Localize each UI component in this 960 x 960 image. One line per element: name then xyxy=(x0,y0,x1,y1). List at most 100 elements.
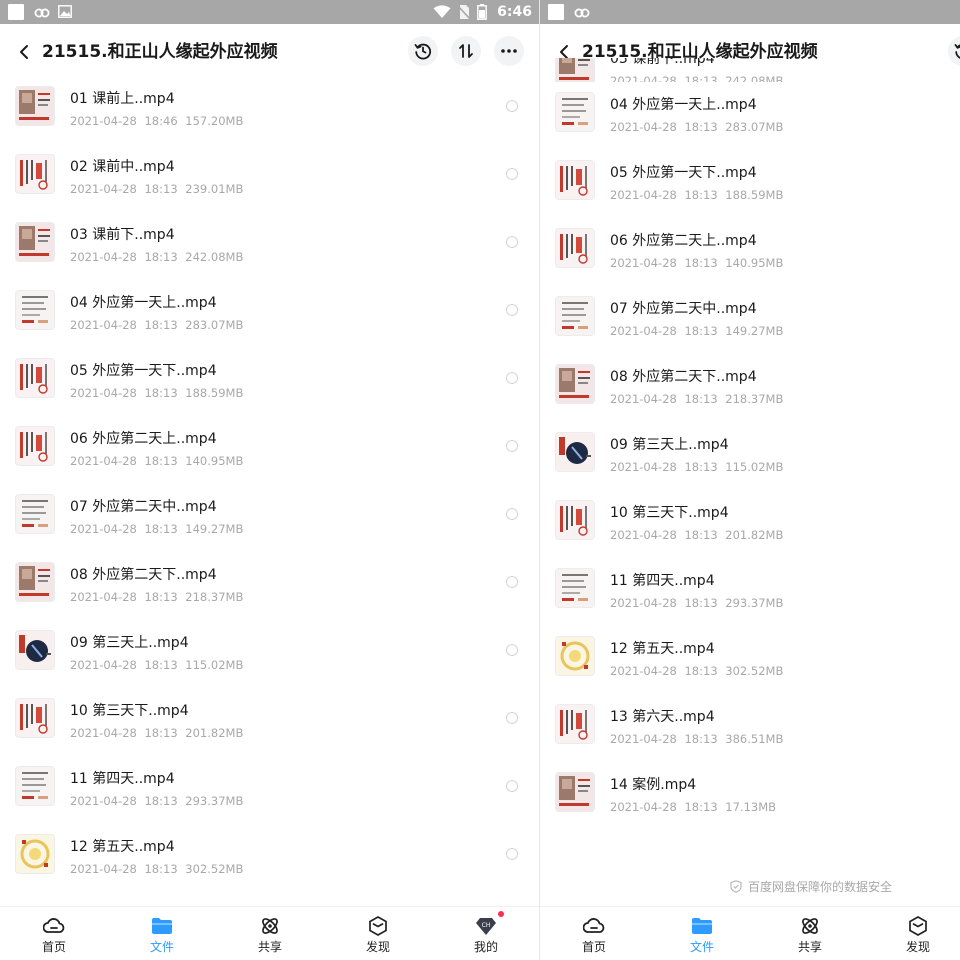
nav-label: 共享 xyxy=(797,940,822,954)
back-button[interactable] xyxy=(12,40,36,64)
file-row[interactable]: 07 外应第二天中..mp4 2021-04-28 18:13 149.27MB xyxy=(0,484,540,552)
file-meta: 2021-04-28 18:13 188.59MB xyxy=(70,386,244,400)
video-thumbnail xyxy=(556,93,594,131)
file-row[interactable]: 08 外应第二天下..mp4 2021-04-28 18:13 218.37MB xyxy=(540,354,960,422)
file-row[interactable]: 09 第三天上..mp4 2021-04-28 18:13 115.02MB xyxy=(540,422,960,490)
file-row[interactable]: 05 外应第一天下..mp4 2021-04-28 18:13 188.59MB xyxy=(540,150,960,218)
file-row[interactable]: 10 第三天下..mp4 2021-04-28 18:13 201.82MB xyxy=(0,688,540,756)
file-row[interactable]: 07 外应第二天中..mp4 2021-04-28 18:13 149.27MB xyxy=(540,286,960,354)
file-name: 12 第五天..mp4 xyxy=(70,839,175,855)
nav-discover[interactable]: 发现 xyxy=(348,915,408,959)
select-radio[interactable] xyxy=(506,100,518,112)
file-name: 05 外应第一天下..mp4 xyxy=(610,165,757,181)
file-name: 06 外应第二天上..mp4 xyxy=(610,233,757,249)
file-name: 11 第四天..mp4 xyxy=(70,771,175,787)
file-name: 08 外应第二天下..mp4 xyxy=(610,369,757,385)
file-row[interactable]: 12 第五天..mp4 2021-04-28 18:13 302.52MB xyxy=(0,824,540,892)
nav-share[interactable]: 共享 xyxy=(780,915,840,959)
file-row[interactable]: 04 外应第一天上..mp4 2021-04-28 18:13 283.07MB xyxy=(540,82,960,150)
video-thumbnail xyxy=(556,569,594,607)
file-row[interactable]: 14 案例.mp4 2021-04-28 18:13 17.13MB xyxy=(540,762,960,830)
file-meta: 2021-04-28 18:13 188.59MB xyxy=(610,188,784,202)
no-sim-icon xyxy=(457,5,471,20)
select-radio[interactable] xyxy=(506,848,518,860)
file-name: 10 第三天下..mp4 xyxy=(610,505,729,521)
video-thumbnail xyxy=(16,223,54,261)
select-radio[interactable] xyxy=(506,508,518,520)
file-row[interactable]: 04 外应第一天上..mp4 2021-04-28 18:13 283.07MB xyxy=(0,280,540,348)
file-row[interactable]: 02 课前中..mp4 2021-04-28 18:13 239.01MB xyxy=(0,144,540,212)
notification-square-icon xyxy=(548,4,564,20)
file-row[interactable]: 13 第六天..mp4 2021-04-28 18:13 386.51MB xyxy=(540,694,960,762)
baidu-cloud-icon xyxy=(34,8,50,18)
file-meta: 2021-04-28 18:13 115.02MB xyxy=(610,460,784,474)
file-row[interactable]: 11 第四天..mp4 2021-04-28 18:13 293.37MB xyxy=(540,558,960,626)
nav-files[interactable]: 文件 xyxy=(672,915,732,959)
select-radio[interactable] xyxy=(506,712,518,724)
nav-label: 发现 xyxy=(905,940,930,954)
wifi-icon xyxy=(433,5,451,18)
file-row[interactable]: 06 外应第二天上..mp4 2021-04-28 18:13 140.95MB xyxy=(540,218,960,286)
nav-files[interactable]: 文件 xyxy=(132,915,192,959)
file-row[interactable]: 01 课前上..mp4 2021-04-28 18:46 157.20MB xyxy=(0,76,540,144)
select-radio[interactable] xyxy=(506,780,518,792)
file-meta: 2021-04-28 18:13 218.37MB xyxy=(70,590,244,604)
file-row[interactable]: 06 外应第二天上..mp4 2021-04-28 18:13 140.95MB xyxy=(0,416,540,484)
select-radio[interactable] xyxy=(506,440,518,452)
file-meta: 2021-04-28 18:13 149.27MB xyxy=(610,324,784,338)
discover-cube-icon xyxy=(906,915,930,937)
folder-icon xyxy=(690,915,714,937)
page-title: 21515.和正山人缘起外应视频 xyxy=(42,42,278,62)
file-name: 14 案例.mp4 xyxy=(610,777,697,793)
select-radio[interactable] xyxy=(506,236,518,248)
chevron-left-icon xyxy=(20,45,28,59)
file-row[interactable]: 09 第三天上..mp4 2021-04-28 18:13 115.02MB xyxy=(0,620,540,688)
nav-mine[interactable]: CH 我的 xyxy=(456,911,516,959)
video-thumbnail xyxy=(16,359,54,397)
nav-share[interactable]: 共享 xyxy=(240,915,300,959)
select-radio[interactable] xyxy=(506,168,518,180)
nav-discover[interactable]: 发现 xyxy=(888,915,948,959)
file-row[interactable]: 08 外应第二天下..mp4 2021-04-28 18:13 218.37MB xyxy=(0,552,540,620)
file-row[interactable]: 11 第四天..mp4 2021-04-28 18:13 293.37MB xyxy=(0,756,540,824)
history-button[interactable] xyxy=(408,36,438,66)
security-note: 百度网盘保障你的数据安全 xyxy=(730,878,892,895)
file-meta: 2021-04-28 18:13 293.37MB xyxy=(610,596,784,610)
nav-label: 发现 xyxy=(365,940,390,954)
sort-icon xyxy=(459,44,473,58)
file-meta: 2021-04-28 18:13 293.37MB xyxy=(70,794,244,808)
file-meta: 2021-04-28 18:13 140.95MB xyxy=(70,454,244,468)
sort-button[interactable] xyxy=(451,36,481,66)
file-meta: 2021-04-28 18:13 140.95MB xyxy=(610,256,784,270)
notification-square-icon xyxy=(8,4,24,20)
nav-label: 共享 xyxy=(257,940,282,954)
video-thumbnail xyxy=(16,427,54,465)
nav-home[interactable]: 首页 xyxy=(564,915,624,959)
file-row[interactable]: 10 第三天下..mp4 2021-04-28 18:13 201.82MB xyxy=(540,490,960,558)
video-thumbnail xyxy=(556,297,594,335)
file-row[interactable]: 05 外应第一天下..mp4 2021-04-28 18:13 188.59MB xyxy=(0,348,540,416)
notification-badge xyxy=(498,911,504,917)
video-thumbnail xyxy=(556,433,594,471)
select-radio[interactable] xyxy=(506,304,518,316)
video-thumbnail xyxy=(556,637,594,675)
select-radio[interactable] xyxy=(506,576,518,588)
file-name: 04 外应第一天上..mp4 xyxy=(70,295,217,311)
history-icon xyxy=(414,43,432,60)
baidu-cloud-icon xyxy=(574,8,590,18)
file-meta: 2021-04-28 18:13 115.02MB xyxy=(70,658,244,672)
file-name: 01 课前上..mp4 xyxy=(70,91,175,107)
select-radio[interactable] xyxy=(506,372,518,384)
video-thumbnail xyxy=(556,365,594,403)
security-note-text: 百度网盘保障你的数据安全 xyxy=(748,880,893,894)
file-row[interactable]: 12 第五天..mp4 2021-04-28 18:13 302.52MB xyxy=(540,626,960,694)
video-thumbnail xyxy=(16,495,54,533)
nav-home[interactable]: 首页 xyxy=(24,915,84,959)
file-meta: 2021-04-28 18:13 302.52MB xyxy=(70,862,244,876)
more-button[interactable] xyxy=(494,36,524,66)
file-name: 07 外应第二天中..mp4 xyxy=(610,301,757,317)
file-name: 02 课前中..mp4 xyxy=(70,159,175,175)
nav-label: 文件 xyxy=(149,940,174,954)
select-radio[interactable] xyxy=(506,644,518,656)
file-row[interactable]: 03 课前下..mp4 2021-04-28 18:13 242.08MB xyxy=(0,212,540,280)
